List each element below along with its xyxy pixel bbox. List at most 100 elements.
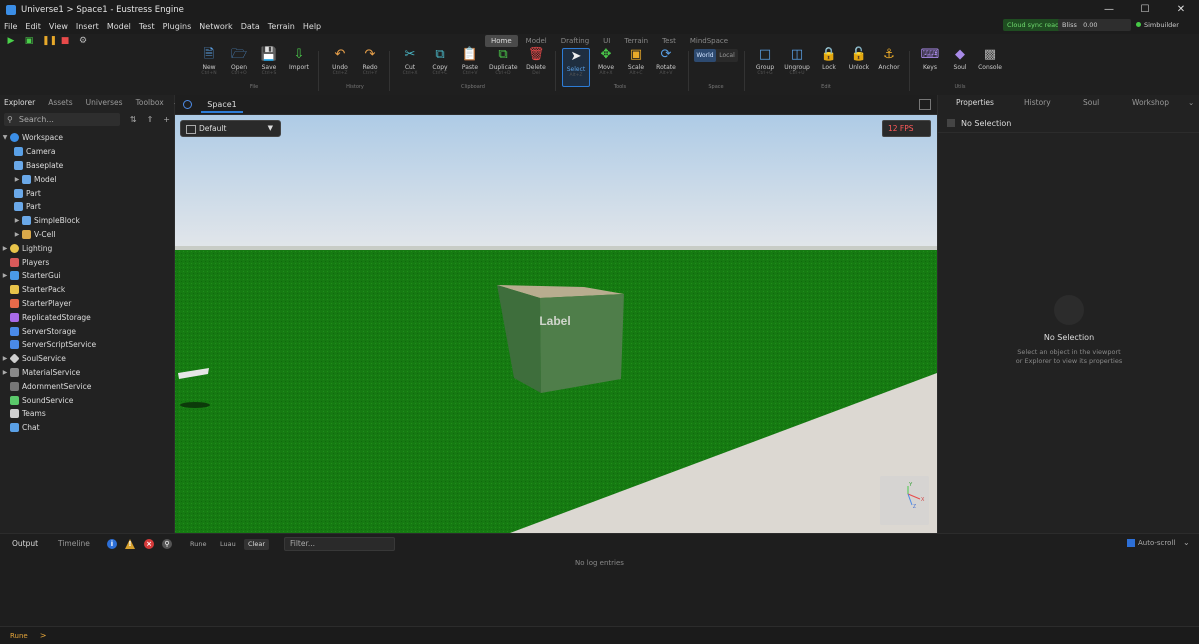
rotate-tool-button[interactable]: ⟳ Rotate Alt+V — [652, 47, 680, 76]
tree-item-chat[interactable]: Chat — [0, 421, 174, 435]
tree-item-lighting[interactable]: ▶ Lighting — [0, 241, 174, 255]
tree-item-players[interactable]: Players — [0, 255, 174, 269]
menu-plugins[interactable]: Plugins — [163, 22, 192, 31]
chevron-right-icon[interactable]: ▶ — [0, 369, 10, 376]
add-icon[interactable]: + — [163, 115, 170, 124]
panel-collapse-icon[interactable]: ⌄ — [1188, 98, 1194, 107]
tree-item-workspace[interactable]: ▼ Workspace — [0, 131, 174, 145]
tab-test[interactable]: Test — [656, 35, 682, 47]
user-status[interactable]: Simbuilder — [1136, 19, 1179, 31]
anchor-button[interactable]: ⚓ Anchor — [875, 47, 903, 71]
warning-filter-icon[interactable]: ! — [125, 539, 135, 549]
minimize-icon[interactable]: — — [1091, 0, 1127, 19]
menu-help[interactable]: Help — [303, 22, 321, 31]
stop-icon[interactable]: ■ — [60, 36, 70, 46]
lock-button[interactable]: 🔒 Lock — [815, 47, 843, 71]
ungroup-button[interactable]: ◫ Ungroup Ctrl+U — [783, 47, 811, 76]
play-icon[interactable]: ▶ — [6, 36, 16, 46]
tab-output[interactable]: Output — [12, 539, 38, 548]
camera-dropdown[interactable]: Default ▼ — [180, 120, 281, 137]
sort-icon[interactable]: ⇅ — [130, 115, 137, 124]
block-front-face[interactable] — [540, 294, 624, 393]
tree-item-camera[interactable]: Camera — [0, 145, 174, 159]
tab-workshop[interactable]: Workshop — [1132, 98, 1169, 107]
tab-history[interactable]: History — [1024, 98, 1051, 107]
tab-model[interactable]: Model — [520, 35, 553, 47]
rune-filter-button[interactable]: Rune — [186, 539, 210, 550]
tree-item-startergui[interactable]: ▶ StarterGui — [0, 269, 174, 283]
tree-item-soulservice[interactable]: ▶ SoulService — [0, 352, 174, 366]
delete-button[interactable]: 🗑 Delete Del — [522, 47, 550, 76]
scene-render[interactable]: Label — [175, 115, 937, 533]
tree-item-replicatedstorage[interactable]: ReplicatedStorage — [0, 310, 174, 324]
tab-properties[interactable]: Properties — [956, 98, 994, 107]
scale-tool-button[interactable]: ▣ Scale Alt+C — [622, 47, 650, 76]
tab-explorer[interactable]: Explorer — [4, 98, 35, 107]
keys-button[interactable]: ⌨ Keys — [916, 47, 944, 71]
new-button[interactable]: 🗎 New Ctrl+N — [195, 47, 223, 76]
tree-item-baseplate[interactable]: Baseplate — [0, 159, 174, 173]
command-bar[interactable]: Rune > — [0, 626, 1199, 644]
tab-assets[interactable]: Assets — [48, 98, 72, 107]
cut-button[interactable]: ✂ Cut Ctrl+X — [396, 47, 424, 76]
tab-ui[interactable]: UI — [597, 35, 616, 47]
tab-terrain[interactable]: Terrain — [618, 35, 654, 47]
chevron-down-icon[interactable]: ▼ — [0, 134, 10, 141]
tab-soul[interactable]: Soul — [1083, 98, 1099, 107]
redo-button[interactable]: ↷ Redo Ctrl+Y — [356, 47, 384, 76]
menu-view[interactable]: View — [49, 22, 68, 31]
menu-edit[interactable]: Edit — [25, 22, 41, 31]
tree-item-teams[interactable]: Teams — [0, 407, 174, 421]
search-log-icon[interactable]: ⚲ — [162, 539, 172, 549]
tree-item-serverscriptservice[interactable]: ServerScriptService — [0, 338, 174, 352]
tab-space1[interactable]: Space1 — [201, 98, 243, 113]
tree-item-part[interactable]: Part — [0, 200, 174, 214]
tab-drafting[interactable]: Drafting — [555, 35, 595, 47]
close-icon[interactable]: ✕ — [1163, 0, 1199, 19]
menu-insert[interactable]: Insert — [76, 22, 99, 31]
chevron-right-icon[interactable]: ▶ — [12, 176, 22, 183]
filter-icon[interactable]: ⇑ — [147, 115, 154, 124]
menu-file[interactable]: File — [4, 22, 17, 31]
soul-button[interactable]: ◆ Soul — [946, 47, 974, 71]
bliss-balance[interactable]: Bliss 0.00 — [1058, 19, 1131, 31]
chevron-right-icon[interactable]: ▶ — [0, 355, 10, 362]
chevron-right-icon[interactable]: ▶ — [0, 272, 10, 279]
panel-collapse-icon[interactable]: ⌄ — [1183, 538, 1190, 547]
menu-terrain[interactable]: Terrain — [268, 22, 295, 31]
open-button[interactable]: 🗁 Open Ctrl+O — [225, 47, 253, 76]
viewport-3d[interactable]: Label Default ▼ 12 FPS Y X Z — [175, 115, 937, 533]
tree-item-part[interactable]: Part — [0, 186, 174, 200]
world-space-button[interactable]: World — [694, 49, 716, 62]
luau-filter-button[interactable]: Luau — [216, 539, 240, 550]
save-button[interactable]: 💾 Save Ctrl+S — [255, 47, 283, 76]
chevron-right-icon[interactable]: ▶ — [0, 245, 10, 252]
tree-item-starterplayer[interactable]: StarterPlayer — [0, 297, 174, 311]
tree-item-materialservice[interactable]: ▶ MaterialService — [0, 366, 174, 380]
tree-item-soundservice[interactable]: SoundService — [0, 393, 174, 407]
tab-universes[interactable]: Universes — [86, 98, 123, 107]
command-mode-label[interactable]: Rune — [10, 632, 28, 640]
undo-button[interactable]: ↶ Undo Ctrl+Z — [326, 47, 354, 76]
pause-icon[interactable]: ❚❚ — [42, 36, 57, 46]
paste-button[interactable]: 📋 Paste Ctrl+V — [456, 47, 484, 76]
local-space-button[interactable]: Local — [716, 49, 738, 62]
menu-network[interactable]: Network — [199, 22, 232, 31]
duplicate-button[interactable]: ⧉ Duplicate Ctrl+D — [489, 47, 518, 76]
clear-button[interactable]: Clear — [244, 539, 269, 550]
unlock-button[interactable]: 🔓 Unlock — [845, 47, 873, 71]
tree-item-serverstorage[interactable]: ServerStorage — [0, 324, 174, 338]
menu-data[interactable]: Data — [241, 22, 260, 31]
tree-item-model[interactable]: ▶ Model — [0, 172, 174, 186]
menu-test[interactable]: Test — [139, 22, 155, 31]
tree-item-adornmentservice[interactable]: AdornmentService — [0, 379, 174, 393]
tree-item-starterpack[interactable]: StarterPack — [0, 283, 174, 297]
maximize-icon[interactable]: ☐ — [1127, 0, 1163, 19]
tab-timeline[interactable]: Timeline — [58, 539, 90, 548]
menu-model[interactable]: Model — [107, 22, 131, 31]
move-tool-button[interactable]: ✥ Move Alt+X — [592, 47, 620, 76]
tab-mindspace[interactable]: MindSpace — [684, 35, 734, 47]
copy-button[interactable]: ⧉ Copy Ctrl+C — [426, 47, 454, 76]
play-client-icon[interactable]: ▣ — [24, 36, 34, 46]
select-tool-button[interactable]: ➤ Select Alt+Z — [562, 48, 590, 87]
